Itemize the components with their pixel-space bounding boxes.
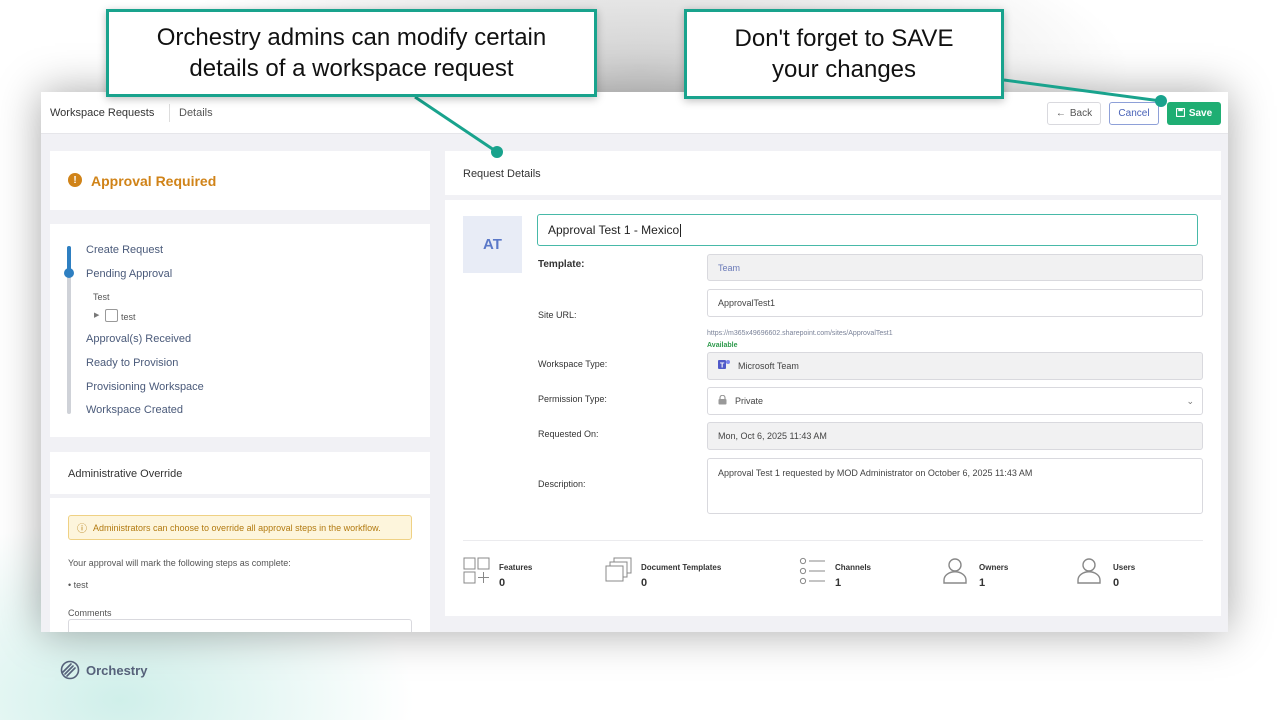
workspace-type-value: Microsoft Team <box>738 361 799 371</box>
microsoft-teams-icon: T <box>718 359 730 373</box>
request-details-body: AT Approval Test 1 - Mexico Template: Te… <box>445 200 1221 616</box>
workspace-avatar: AT <box>463 216 522 273</box>
request-details-header: Request Details <box>445 151 1221 195</box>
request-details-title: Request Details <box>463 168 541 180</box>
workflow-step: Create Request <box>86 244 164 256</box>
arrow-left-icon: ← <box>1055 108 1066 119</box>
site-url-input[interactable]: ApprovalTest1 <box>707 289 1203 317</box>
save-button[interactable]: Save <box>1167 102 1221 125</box>
template-value: Team <box>718 262 741 273</box>
override-body: ⓘ Administrators can choose to override … <box>50 498 430 632</box>
template-field: Team <box>707 254 1203 281</box>
callout-save-reminder: Don't forget to SAVE your changes <box>684 9 1004 99</box>
workflow-step: Pending Approval <box>86 268 173 280</box>
features-grid-icon <box>463 557 490 584</box>
lock-icon <box>718 394 727 408</box>
breadcrumb-workspace-requests[interactable]: Workspace Requests <box>50 107 154 119</box>
template-label: Template: <box>538 259 585 270</box>
site-url-status: Available <box>707 342 738 349</box>
progress-current-dot <box>64 268 74 278</box>
requested-on-value: Mon, Oct 6, 2025 11:43 AM <box>718 431 827 441</box>
callout-left-line: Orchestry admins can modify certain <box>156 24 547 51</box>
substep-checkbox[interactable] <box>105 309 118 322</box>
brand-name: Orchestry <box>86 662 148 678</box>
workspace-type-field: T Microsoft Team <box>707 352 1203 380</box>
override-step-item: • test <box>68 580 89 590</box>
workflow-step: Provisioning Workspace <box>86 381 204 393</box>
override-steps-text: Your approval will mark the following st… <box>68 558 291 568</box>
callout-right-line: your changes <box>771 56 917 83</box>
back-button[interactable]: ← Back <box>1047 102 1101 125</box>
info-circle-icon: ⓘ <box>77 524 87 535</box>
comments-textarea[interactable] <box>68 619 412 632</box>
workspace-type-label: Workspace Type: <box>538 359 608 369</box>
override-title: Administrative Override <box>68 468 183 480</box>
approval-status-card: ! Approval Required <box>50 151 430 210</box>
workflow-step: Approval(s) Received <box>86 333 192 345</box>
workflow-substep-group: Test <box>93 292 110 302</box>
site-url-label: Site URL: <box>538 310 577 320</box>
owner-user-icon <box>943 558 967 584</box>
save-disk-icon <box>1175 107 1185 120</box>
workflow-step: Workspace Created <box>86 404 184 416</box>
stat-label: Features <box>499 563 533 572</box>
caret-right-icon[interactable]: ▶ <box>94 311 99 319</box>
breadcrumb-separator <box>169 104 170 122</box>
workflow-steps-card: Create Request Pending Approval Test ▶ t… <box>50 224 430 437</box>
override-alert-text: Administrators can choose to override al… <box>93 522 381 533</box>
requested-on-field: Mon, Oct 6, 2025 11:43 AM <box>707 422 1203 450</box>
orchestry-logo-icon <box>60 660 80 680</box>
approval-status-title: Approval Required <box>91 173 217 189</box>
workspace-name-value: Approval Test 1 - Mexico <box>548 223 680 237</box>
chevron-down-icon: ⌄ <box>1186 396 1194 406</box>
requested-on-label: Requested On: <box>538 429 599 439</box>
site-url-full: https://m365x49696602.sharepoint.com/sit… <box>707 330 893 337</box>
exclamation-icon: ! <box>68 173 82 187</box>
description-value: Approval Test 1 requested by MOD Adminis… <box>718 468 1033 478</box>
callout-right-line: Don't forget to SAVE <box>734 25 954 52</box>
brand-logo: Orchestry <box>60 660 147 680</box>
comments-label: Comments <box>68 608 112 618</box>
stat-label: Users <box>1113 563 1136 572</box>
stat-value: 1 <box>835 577 842 589</box>
save-label: Save <box>1188 108 1213 119</box>
back-label: Back <box>1069 108 1093 119</box>
description-textarea[interactable]: Approval Test 1 requested by MOD Adminis… <box>707 458 1203 514</box>
breadcrumb-details: Details <box>179 107 213 119</box>
cancel-label: Cancel <box>1118 108 1150 119</box>
channels-list-icon <box>799 557 825 585</box>
callout-modify-details: Orchestry admins can modify certain deta… <box>106 9 597 97</box>
stat-value: 1 <box>979 577 986 589</box>
cancel-button[interactable]: Cancel <box>1109 102 1159 125</box>
callout-left-line: details of a workspace request <box>189 55 514 82</box>
top-bar: Workspace Requests Details ← Back Cancel… <box>41 92 1228 134</box>
permission-type-select[interactable]: Private ⌄ <box>707 387 1203 415</box>
permission-type-value: Private <box>735 396 764 406</box>
app-window: Workspace Requests Details ← Back Cancel… <box>41 92 1228 632</box>
stat-label: Owners <box>979 563 1009 572</box>
stat-value: 0 <box>499 577 506 589</box>
users-icon <box>1077 558 1101 584</box>
stats-divider <box>463 540 1203 541</box>
override-alert: ⓘ Administrators can choose to override … <box>68 515 412 540</box>
stat-value: 0 <box>1113 577 1120 589</box>
svg-text:T: T <box>720 363 725 370</box>
workspace-name-input[interactable]: Approval Test 1 - Mexico <box>537 214 1198 246</box>
description-label: Description: <box>538 479 586 489</box>
stat-label: Document Templates <box>641 563 722 572</box>
text-caret <box>680 223 682 237</box>
workflow-step: Ready to Provision <box>86 357 179 369</box>
stat-label: Channels <box>835 563 872 572</box>
stat-value: 0 <box>641 577 648 589</box>
permission-type-label: Permission Type: <box>538 394 607 404</box>
site-url-value: ApprovalTest1 <box>718 298 776 308</box>
override-header: Administrative Override <box>50 452 430 494</box>
document-templates-icon <box>605 557 632 582</box>
substep-label: test <box>121 312 136 322</box>
